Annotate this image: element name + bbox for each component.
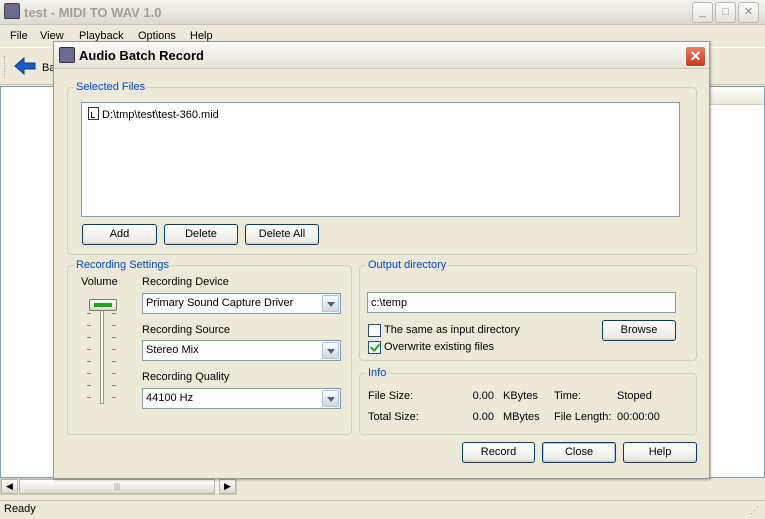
main-window-title: test - MIDI TO WAV 1.0: [24, 5, 162, 20]
status-text: Ready: [4, 503, 36, 515]
menu-file[interactable]: File: [10, 30, 28, 42]
recording-device-select[interactable]: Primary Sound Capture Driver: [142, 293, 341, 314]
file-length-label: File Length:: [554, 411, 612, 423]
recording-quality-value: 44100 Hz: [146, 392, 194, 404]
file-size-label: File Size:: [368, 390, 414, 402]
overwrite-label[interactable]: Overwrite existing files: [384, 341, 494, 353]
output-path-field[interactable]: [368, 293, 675, 312]
chevron-down-icon[interactable]: [322, 295, 339, 312]
recording-source-value: Stereo Mix: [146, 344, 199, 356]
midi-file-icon: [88, 107, 99, 120]
browse-button[interactable]: Browse: [602, 320, 676, 341]
total-size-value: 0.00: [472, 411, 494, 423]
selected-files-group: Selected Files D:\tmp\test\test-360.mid …: [67, 81, 697, 255]
recording-device-label: Recording Device: [142, 276, 229, 288]
audio-batch-record-dialog: Audio Batch Record ✕ Selected Files D:\t…: [53, 41, 710, 479]
output-directory-legend: Output directory: [366, 259, 449, 271]
dialog-title: Audio Batch Record: [79, 48, 204, 63]
overwrite-checkbox[interactable]: [368, 341, 381, 354]
list-item[interactable]: D:\tmp\test\test-360.mid: [88, 107, 219, 121]
recording-settings-legend: Recording Settings: [74, 259, 171, 271]
same-as-input-label[interactable]: The same as input directory: [384, 324, 520, 336]
file-length-value: 00:00:00: [617, 411, 660, 423]
recording-quality-label: Recording Quality: [142, 371, 230, 383]
recording-quality-select[interactable]: 44100 Hz: [142, 388, 341, 409]
close-button[interactable]: Close: [542, 442, 616, 463]
main-close-button[interactable]: ✕: [738, 2, 759, 23]
file-size-value: 0.00: [472, 390, 494, 402]
main-title-bar: test - MIDI TO WAV 1.0 _ □ ✕: [0, 0, 765, 25]
total-size-unit: MBytes: [503, 411, 540, 423]
selected-files-legend: Selected Files: [74, 81, 148, 93]
horizontal-scrollbar[interactable]: ◀ ||| ▶: [0, 478, 237, 495]
record-button[interactable]: Record: [462, 442, 535, 463]
same-as-input-checkbox[interactable]: [368, 324, 381, 337]
dialog-title-bar: Audio Batch Record ✕: [54, 42, 709, 69]
help-button[interactable]: Help: [623, 442, 697, 463]
back-arrow-icon[interactable]: [14, 57, 36, 75]
file-size-unit: KBytes: [503, 390, 538, 402]
time-value: Stoped: [617, 390, 652, 402]
volume-label: Volume: [81, 276, 118, 288]
recording-source-select[interactable]: Stereo Mix: [142, 340, 341, 361]
scroll-left-icon[interactable]: ◀: [1, 479, 18, 494]
chevron-down-icon[interactable]: [322, 342, 339, 359]
maximize-button[interactable]: □: [715, 2, 736, 23]
total-size-label: Total Size:: [368, 411, 419, 423]
time-label: Time:: [554, 390, 582, 402]
delete-button[interactable]: Delete: [164, 224, 238, 245]
volume-slider-track[interactable]: [100, 304, 104, 404]
file-path: D:\tmp\test\test-360.mid: [102, 109, 219, 121]
add-button[interactable]: Add: [82, 224, 157, 245]
dialog-close-icon[interactable]: ✕: [685, 46, 706, 67]
status-bar: Ready ⋰: [0, 500, 765, 519]
app-icon: [4, 3, 20, 19]
scroll-right-icon[interactable]: ▶: [219, 479, 236, 494]
dialog-app-icon: [59, 47, 75, 63]
recording-device-value: Primary Sound Capture Driver: [146, 297, 294, 309]
scroll-thumb[interactable]: |||: [19, 479, 215, 494]
recording-source-label: Recording Source: [142, 324, 231, 336]
volume-slider-thumb[interactable]: [89, 299, 117, 311]
info-group: Info: [359, 367, 697, 435]
output-directory-input[interactable]: [367, 292, 676, 313]
toolbar-grip[interactable]: [4, 56, 7, 78]
minimize-button[interactable]: _: [692, 2, 713, 23]
chevron-down-icon[interactable]: [322, 390, 339, 407]
resize-grip-icon[interactable]: ⋰: [750, 505, 762, 517]
delete-all-button[interactable]: Delete All: [245, 224, 319, 245]
info-legend: Info: [366, 367, 389, 379]
selected-files-list[interactable]: D:\tmp\test\test-360.mid: [81, 102, 680, 217]
